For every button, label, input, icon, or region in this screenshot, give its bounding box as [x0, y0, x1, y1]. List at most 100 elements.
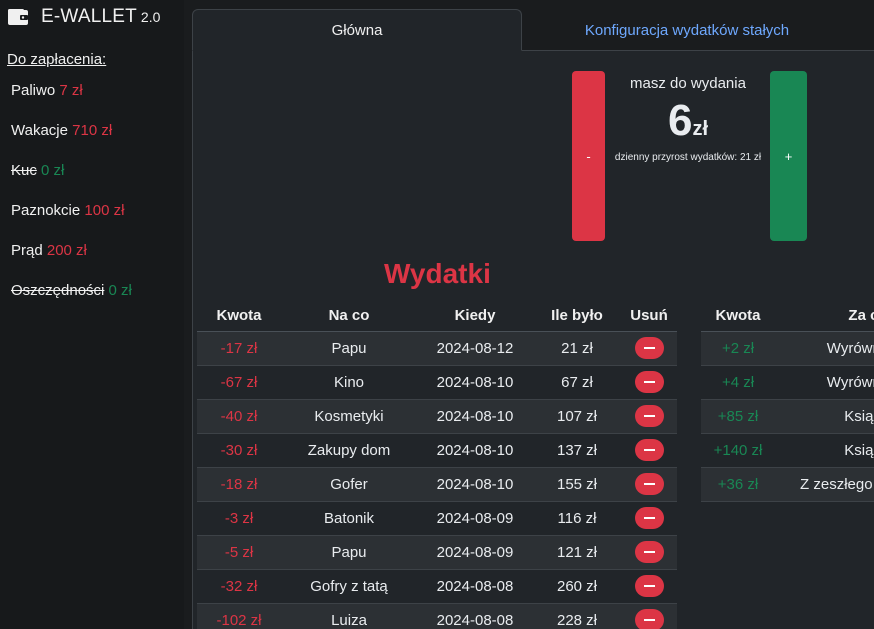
expense-row: -67 zł Kino 2024-08-10 67 zł	[197, 365, 677, 400]
expense-date: 2024-08-12	[417, 331, 533, 366]
income-row: +140 złKsiążki	[701, 433, 874, 468]
income-what: Książki	[775, 433, 874, 468]
due-item-amount: 100 zł	[84, 202, 125, 219]
income-header-row: Kwota Za co	[701, 300, 874, 332]
expense-row: -3 zł Batonik 2024-08-09 116 zł	[197, 501, 677, 536]
expense-row: -102 zł Luiza 2024-08-08 228 zł	[197, 603, 677, 629]
col-when: Kiedy	[417, 300, 533, 332]
income-row: +4 złWyrównanie	[701, 365, 874, 400]
due-item-amount: 0 zł	[41, 162, 65, 179]
due-item-amount: 7 zł	[59, 82, 83, 99]
expense-amount: -102 zł	[197, 603, 281, 629]
decrease-button[interactable]: -	[572, 71, 605, 241]
delete-expense-button[interactable]	[634, 371, 664, 393]
delete-expense-button[interactable]	[634, 575, 664, 597]
expense-date: 2024-08-09	[417, 501, 533, 536]
expense-amount: -5 zł	[197, 535, 281, 570]
expense-amount: -17 zł	[197, 331, 281, 366]
sidebar: E-WALLET 2.0 Do zapłacenia: Paliwo 7 zł W…	[0, 0, 184, 629]
due-list: Paliwo 7 zł Wakacje 710 zł Kuc 0 zł Paznokc…	[11, 81, 132, 321]
due-item-name: Paznokcie	[11, 202, 81, 219]
col-delete: Usuń	[621, 300, 677, 332]
expense-amount: -3 zł	[197, 501, 281, 536]
expense-delete-cell	[621, 569, 677, 604]
expense-amount: -18 zł	[197, 467, 281, 502]
due-item[interactable]: Prąd 200 zł	[11, 241, 132, 281]
income-col-what: Za co	[775, 300, 874, 332]
expense-before: 137 zł	[533, 433, 621, 468]
delete-expense-button[interactable]	[634, 541, 664, 563]
due-item-amount: 0 zł	[108, 282, 132, 299]
due-item-name: Paliwo	[11, 82, 56, 99]
expenses-table: Kwota Na co Kiedy Ile było Usuń -17 zł Pa…	[197, 300, 677, 629]
due-item[interactable]: Oszczędności 0 zł	[11, 281, 132, 321]
wallet-icon	[7, 8, 29, 26]
minus-icon	[643, 517, 655, 519]
due-item[interactable]: Wakacje 710 zł	[11, 121, 132, 161]
expense-delete-cell	[621, 399, 677, 434]
due-item-amount: 200 zł	[46, 242, 87, 259]
expense-date: 2024-08-08	[417, 603, 533, 629]
col-what: Na co	[281, 300, 417, 332]
due-item-amount: 710 zł	[72, 122, 113, 139]
due-item-name: Wakacje	[11, 122, 68, 139]
due-header: Do zapłacenia:	[7, 51, 107, 68]
expense-row: -40 zł Kosmetyki 2024-08-10 107 zł	[197, 399, 677, 434]
due-item[interactable]: Paznokcie 100 zł	[11, 201, 132, 241]
expense-before: 155 zł	[533, 467, 621, 502]
income-row: +85 złKsiążki	[701, 399, 874, 434]
expense-amount: -32 zł	[197, 569, 281, 604]
minus-icon	[643, 415, 655, 417]
balance-panel: masz do wydania 6zł dzienny przyrost wyd…	[608, 73, 768, 165]
expense-row: -32 zł Gofry z tatą 2024-08-08 260 zł	[197, 569, 677, 604]
balance-number: 6	[667, 96, 693, 145]
income-col-amount: Kwota	[701, 300, 775, 332]
expense-row: -5 zł Papu 2024-08-09 121 zł	[197, 535, 677, 570]
expense-row: -18 zł Gofer 2024-08-10 155 zł	[197, 467, 677, 502]
delete-expense-button[interactable]	[634, 439, 664, 461]
expense-delete-cell	[621, 501, 677, 536]
expense-delete-cell	[621, 467, 677, 502]
income-what: Książki	[775, 399, 874, 434]
expense-date: 2024-08-10	[417, 467, 533, 502]
balance-currency: zł	[692, 118, 709, 140]
income-table-wrapper[interactable]: Kwota Za co +2 złWyrównanie+4 złWyrównan…	[701, 300, 874, 510]
expense-what: Gofry z tatą	[281, 569, 417, 604]
expense-date: 2024-08-10	[417, 433, 533, 468]
expense-amount: -30 zł	[197, 433, 281, 468]
increase-button[interactable]: +	[770, 71, 807, 241]
tab-config[interactable]: Konfiguracja wydatków stałych	[522, 9, 852, 51]
brand: E-WALLET 2.0	[7, 6, 160, 28]
minus-icon	[643, 585, 655, 587]
income-what: Wyrównanie	[775, 331, 874, 366]
due-item-name: Kuc	[11, 162, 37, 179]
expenses-header-row: Kwota Na co Kiedy Ile było Usuń	[197, 300, 677, 332]
expense-what: Kino	[281, 365, 417, 400]
expense-before: 116 zł	[533, 501, 621, 536]
delete-expense-button[interactable]	[634, 405, 664, 427]
delete-expense-button[interactable]	[634, 609, 664, 629]
due-item[interactable]: Kuc 0 zł	[11, 161, 132, 201]
balance-label: masz do wydania	[630, 75, 746, 92]
minus-icon	[643, 449, 655, 451]
app-version: 2.0	[140, 9, 161, 25]
delete-expense-button[interactable]	[634, 507, 664, 529]
balance-value: 6zł	[608, 96, 768, 146]
expenses-title: Wydatki	[384, 258, 491, 289]
minus-icon	[643, 483, 655, 485]
expense-what: Batonik	[281, 501, 417, 536]
income-row: +2 złWyrównanie	[701, 331, 874, 366]
income-amount: +36 zł	[701, 467, 775, 502]
delete-expense-button[interactable]	[634, 337, 664, 359]
expense-what: Gofer	[281, 467, 417, 502]
expense-delete-cell	[621, 603, 677, 629]
expense-date: 2024-08-08	[417, 569, 533, 604]
delete-expense-button[interactable]	[634, 473, 664, 495]
income-amount: +2 zł	[701, 331, 775, 366]
income-what: Z zeszłego miesiąca	[775, 467, 874, 502]
tab-main[interactable]: Główna	[192, 9, 522, 51]
income-amount: +85 zł	[701, 399, 775, 434]
expense-what: Papu	[281, 535, 417, 570]
tab-bar: Główna Konfiguracja wydatków stałych	[192, 9, 874, 51]
due-item[interactable]: Paliwo 7 zł	[11, 81, 132, 121]
